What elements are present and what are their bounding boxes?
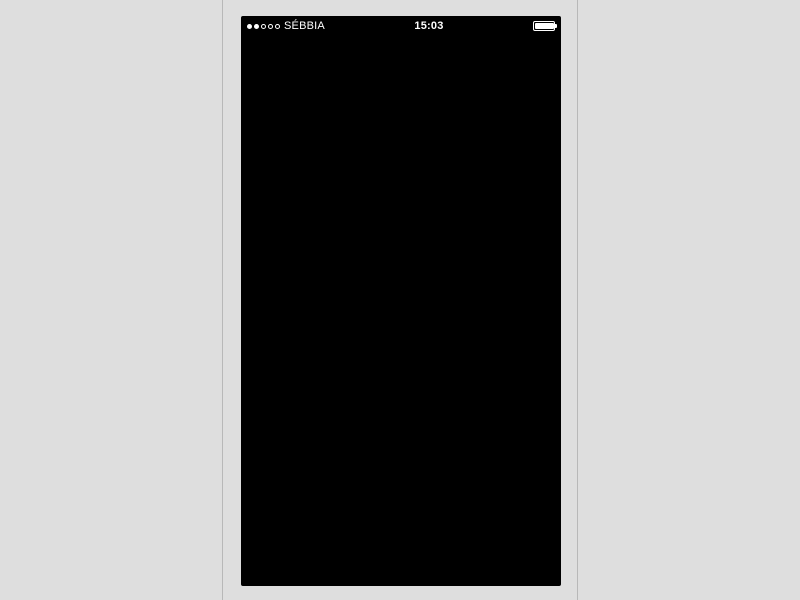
status-bar-left: SÉBBIA <box>247 20 325 32</box>
device-frame: SÉBBIA 15:03 <box>222 0 578 600</box>
status-bar: SÉBBIA 15:03 <box>241 16 561 36</box>
cellular-signal-icon <box>247 24 280 29</box>
battery-icon <box>533 21 555 31</box>
device-screen: SÉBBIA 15:03 <box>241 16 561 586</box>
status-bar-right <box>533 21 555 31</box>
carrier-label: SÉBBIA <box>284 20 325 32</box>
status-bar-clock: 15:03 <box>414 20 443 32</box>
